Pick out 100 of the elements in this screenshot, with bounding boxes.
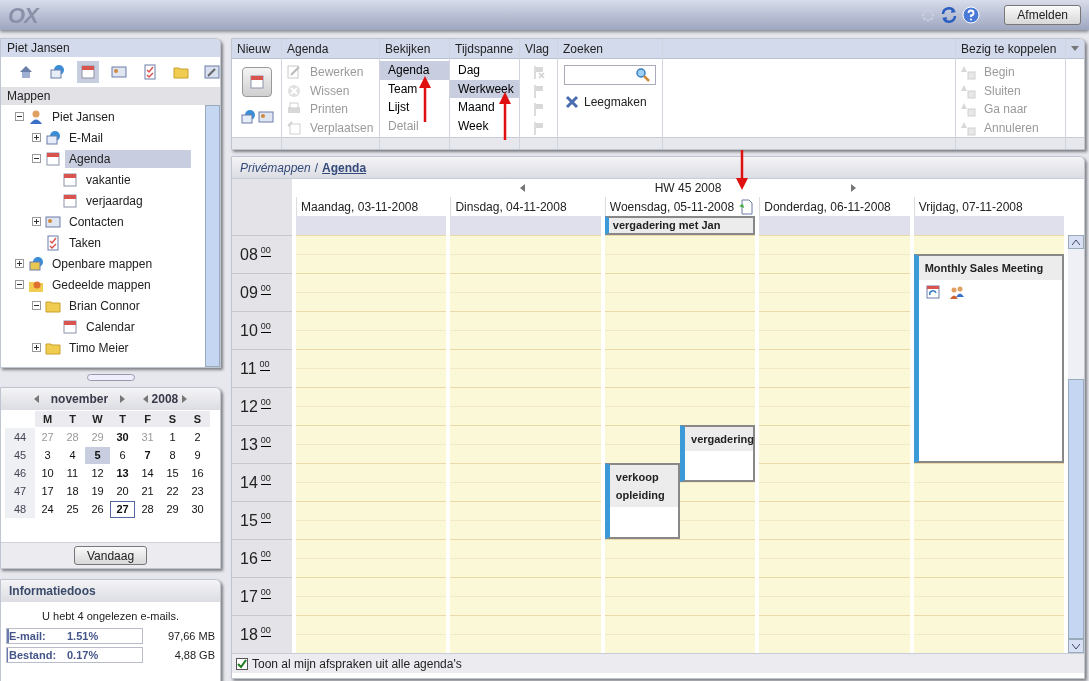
folder-item[interactable]: vakantie [82, 170, 135, 189]
expander-icon[interactable] [32, 154, 41, 163]
calendar-day[interactable]: 30 [110, 428, 135, 446]
view-option[interactable]: Lijst [380, 98, 449, 117]
calendar-day[interactable]: 9 [185, 446, 210, 464]
expander-icon[interactable] [15, 259, 24, 268]
all-day-event[interactable]: vergadering met Jan [604, 216, 756, 235]
calendar-day[interactable]: 6 [110, 446, 135, 464]
calendar-day[interactable]: 28 [135, 500, 160, 518]
checkbox[interactable] [236, 657, 248, 670]
splitter-handle[interactable] [86, 374, 135, 381]
view-option[interactable]: Team [380, 79, 449, 98]
previous-week-icon[interactable] [519, 184, 525, 192]
expander-icon[interactable] [32, 133, 41, 142]
hour-label: 16 [240, 548, 258, 569]
calendar-day[interactable]: 7 [135, 446, 160, 464]
mail-icon [45, 129, 61, 146]
calendar-day[interactable]: 15 [160, 464, 185, 482]
expander-icon[interactable] [32, 301, 41, 310]
expander-icon[interactable] [15, 112, 24, 121]
scroll-up-icon[interactable] [1072, 239, 1081, 245]
calendar-day[interactable]: 3 [35, 446, 60, 464]
calendar-day[interactable]: 16 [185, 464, 210, 482]
group-title: Bezig te koppelen [961, 40, 1057, 58]
folder-item[interactable]: E-Mail [65, 128, 107, 147]
calendar-day[interactable]: 21 [135, 482, 160, 500]
today-button[interactable]: Vandaag [73, 546, 148, 565]
refresh-icon[interactable] [940, 6, 959, 24]
scroll-down-icon[interactable] [1072, 643, 1081, 649]
calendar-icon [80, 64, 96, 80]
calendar-day[interactable]: 23 [185, 482, 210, 500]
calendar-day[interactable]: 1 [160, 428, 185, 446]
calendar-day[interactable]: 11 [60, 464, 85, 482]
breadcrumb-folder[interactable]: Privémappen [240, 158, 311, 177]
calendar-day[interactable]: 26 [85, 500, 110, 518]
quota-percent: 0.17% [67, 648, 99, 663]
minute-label: 00 [260, 397, 271, 410]
help-icon[interactable] [962, 6, 981, 24]
dropdown-icon[interactable] [1071, 46, 1079, 51]
calendar-day[interactable]: 12 [85, 464, 110, 482]
calendar-day[interactable]: 20 [110, 482, 135, 500]
previous-month-icon[interactable] [33, 395, 39, 403]
view-option[interactable]: Week [450, 116, 519, 135]
folder-item[interactable]: Timo Meier [65, 338, 133, 357]
previous-year-icon[interactable] [142, 395, 148, 403]
clear-button[interactable]: Leegmaken [564, 93, 656, 111]
calendar-day[interactable]: 24 [35, 500, 60, 518]
calendar-day[interactable]: 17 [35, 482, 60, 500]
search-field[interactable] [564, 65, 656, 85]
expander-icon[interactable] [32, 343, 41, 352]
minute-label: 00 [260, 511, 271, 524]
calendar-day[interactable]: 30 [185, 500, 210, 518]
appointment[interactable]: vergadering [680, 425, 756, 482]
weekday-label: W [85, 410, 110, 428]
scrollbar[interactable] [205, 105, 220, 367]
folder-item[interactable]: Agenda [65, 149, 191, 168]
folder-item[interactable]: Brian Connor [65, 296, 144, 315]
hour-label: 13 [240, 434, 258, 455]
view-option[interactable]: Werkweek [450, 79, 519, 98]
folder-item[interactable]: Openbare mappen [48, 254, 157, 273]
calendar-day[interactable]: 10 [35, 464, 60, 482]
next-week-icon[interactable] [851, 184, 857, 192]
calendar-icon [45, 150, 61, 167]
calendar-day[interactable]: 13 [110, 464, 135, 482]
group-title: Agenda [287, 40, 329, 58]
calendar-day[interactable]: 25 [60, 500, 85, 518]
folder-item[interactable]: Contacten [65, 212, 128, 231]
new-appointment-button[interactable] [241, 67, 272, 97]
week-number: 48 [5, 500, 35, 518]
folder-item[interactable]: Taken [65, 233, 106, 252]
folder-item[interactable]: verjaardag [82, 191, 147, 210]
view-option[interactable]: Dag [450, 61, 519, 80]
folder-item[interactable]: Gedeelde mappen [48, 275, 155, 294]
participants-icon [948, 284, 965, 300]
expander-icon[interactable] [15, 280, 24, 289]
calendar-day[interactable]: 8 [160, 446, 185, 464]
scrollbar[interactable] [1068, 235, 1084, 653]
calendar-day[interactable]: 29 [160, 500, 185, 518]
calendar-day[interactable]: 5 [85, 446, 110, 464]
view-option[interactable]: Agenda [380, 61, 449, 80]
logo: OX [8, 1, 38, 30]
next-month-icon[interactable] [120, 395, 126, 403]
appointment[interactable]: verkoop opleiding [604, 463, 680, 539]
calendar-day[interactable]: 22 [160, 482, 185, 500]
next-year-icon[interactable] [182, 395, 188, 403]
logout-button[interactable]: Afmelden [1004, 5, 1081, 25]
appointment[interactable]: Monthly Sales Meeting [913, 254, 1065, 463]
breadcrumb-current[interactable]: Agenda [322, 158, 367, 177]
calendar-day[interactable]: 19 [85, 482, 110, 500]
folder-item[interactable]: Calendar [82, 317, 139, 336]
calendar-day[interactable]: 27 [110, 500, 135, 518]
calendar-icon [62, 171, 78, 188]
view-option[interactable]: Maand [450, 98, 519, 117]
calendar-day[interactable]: 2 [185, 428, 210, 446]
calendar-day[interactable]: 14 [135, 464, 160, 482]
expander-icon[interactable] [32, 217, 41, 226]
calendar-day[interactable]: 18 [60, 482, 85, 500]
module-tab[interactable] [77, 61, 99, 83]
calendar-day[interactable]: 4 [60, 446, 85, 464]
folder-item[interactable]: Piet Jansen [48, 107, 119, 126]
